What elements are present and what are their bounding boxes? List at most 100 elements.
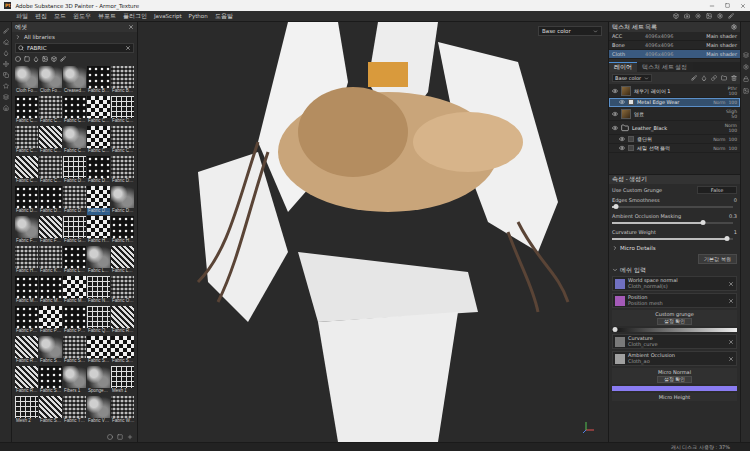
- asset-thumbnail[interactable]: [87, 66, 110, 88]
- channel-label[interactable]: Base color: [542, 28, 571, 34]
- asset-item[interactable]: Fabric C…: [111, 96, 134, 125]
- asset-thumbnail[interactable]: [111, 66, 134, 88]
- asset-item[interactable]: Fabric D…: [39, 186, 62, 215]
- visibility-icon[interactable]: [619, 145, 625, 151]
- asset-item[interactable]: Fabric C…: [15, 126, 38, 155]
- tab[interactable]: 텍스처 세트 설정: [637, 62, 693, 72]
- asset-item[interactable]: Fabric M…: [63, 276, 86, 305]
- asset-item[interactable]: Fabric M…: [39, 276, 62, 305]
- asset-item[interactable]: Fabric C…: [111, 126, 134, 155]
- mask-icon[interactable]: [711, 75, 717, 81]
- slot-button[interactable]: 설정 확인: [657, 376, 692, 383]
- paint-layer-icon[interactable]: [691, 75, 697, 81]
- asset-item[interactable]: Fabric S…: [63, 336, 86, 365]
- menu-item[interactable]: 도움말: [215, 13, 233, 20]
- eraser-icon[interactable]: [3, 39, 9, 45]
- blend-mode[interactable]: Sligh: [726, 109, 737, 114]
- asset-item[interactable]: Fabric H…: [111, 216, 134, 245]
- asset-thumbnail[interactable]: [39, 66, 62, 88]
- gradient-slider[interactable]: [612, 328, 737, 332]
- library-row[interactable]: All libraries: [12, 32, 137, 42]
- layers-icon[interactable]: [743, 52, 749, 58]
- delete-icon[interactable]: [731, 75, 737, 81]
- section-header[interactable]: Micro Details: [612, 244, 737, 252]
- texture-set-row[interactable]: ACC4096x4096Main shader: [609, 32, 740, 41]
- view-icon[interactable]: [107, 434, 113, 440]
- asset-item[interactable]: Fabric D…: [63, 156, 86, 185]
- blend-mode[interactable]: Norm: [713, 146, 725, 151]
- asset-item[interactable]: Fabric R…: [15, 366, 38, 395]
- asset-thumbnail[interactable]: [87, 306, 110, 328]
- asset-thumbnail[interactable]: [63, 126, 86, 148]
- asset-thumbnail[interactable]: [63, 246, 86, 268]
- asset-thumbnail[interactable]: [15, 276, 38, 298]
- asset-thumbnail[interactable]: [39, 366, 62, 388]
- maximize-icon[interactable]: [725, 3, 730, 8]
- asset-item[interactable]: Fabric B…: [111, 66, 134, 95]
- section-label[interactable]: 메쉬 입력: [620, 267, 646, 274]
- asset-item[interactable]: Fabric P…: [39, 306, 62, 335]
- asset-thumbnail[interactable]: [63, 336, 86, 358]
- asset-item[interactable]: Fabric L…: [87, 246, 110, 275]
- home-icon[interactable]: [3, 105, 9, 111]
- asset-item[interactable]: Fabric S…: [39, 366, 62, 395]
- asset-item[interactable]: Fabric T…: [63, 396, 86, 425]
- mesh-input-row[interactable]: World space normalCloth_normal(s): [612, 276, 737, 291]
- asset-thumbnail[interactable]: [87, 366, 110, 388]
- asset-thumbnail[interactable]: [111, 126, 134, 148]
- asset-item[interactable]: Fabric R…: [15, 336, 38, 365]
- asset-thumbnail[interactable]: [111, 96, 134, 118]
- layer-channel-select[interactable]: Base color: [612, 74, 652, 82]
- blend-mode[interactable]: Norm: [725, 123, 737, 128]
- asset-thumbnail[interactable]: [63, 396, 86, 418]
- asset-item[interactable]: Sponge…: [87, 366, 110, 395]
- asset-thumbnail[interactable]: [63, 216, 86, 238]
- library-name[interactable]: All libraries: [24, 34, 55, 40]
- param-value[interactable]: False: [697, 186, 737, 194]
- asset-thumbnail[interactable]: [15, 96, 38, 118]
- tab[interactable]: 레이어: [609, 62, 637, 72]
- asset-thumbnail[interactable]: [87, 246, 110, 268]
- remove-icon[interactable]: [728, 298, 734, 304]
- asset-item[interactable]: Creased…: [63, 66, 86, 95]
- move-icon[interactable]: [3, 61, 9, 67]
- grid-icon[interactable]: [117, 434, 123, 440]
- asset-item[interactable]: Fabric C…: [15, 156, 38, 185]
- asset-thumbnail[interactable]: [39, 126, 62, 148]
- asset-thumbnail[interactable]: [39, 156, 62, 178]
- fill-icon[interactable]: [3, 50, 9, 56]
- layer-blend[interactable]: Norm100: [713, 100, 737, 105]
- asset-thumbnail[interactable]: [15, 246, 38, 268]
- slider-handle[interactable]: [613, 204, 618, 209]
- asset-item[interactable]: Fabric C…: [63, 96, 86, 125]
- asset-thumbnail[interactable]: [15, 366, 38, 388]
- filter-icon[interactable]: [15, 56, 21, 62]
- slider-handle[interactable]: [612, 327, 617, 332]
- menu-item[interactable]: 파일: [16, 13, 28, 20]
- asset-thumbnail[interactable]: [87, 186, 110, 208]
- asset-thumbnail[interactable]: [111, 396, 134, 418]
- asset-item[interactable]: Fabric C…: [39, 126, 62, 155]
- asset-thumbnail[interactable]: [87, 216, 110, 238]
- channel-label[interactable]: Base color: [615, 75, 641, 81]
- layer-row[interactable]: 세밀 선택 플럭Norm100: [609, 144, 740, 153]
- blend-mode[interactable]: Norm: [713, 137, 725, 142]
- axis-gizmo-icon[interactable]: [582, 420, 596, 434]
- favorite-icon[interactable]: [3, 83, 9, 89]
- asset-item[interactable]: Fabric V…: [87, 396, 110, 425]
- asset-item[interactable]: Fabric C…: [39, 96, 62, 125]
- search-field[interactable]: FABRIC: [15, 43, 134, 53]
- asset-item[interactable]: Fabric C…: [15, 96, 38, 125]
- param-value[interactable]: 1: [734, 229, 737, 235]
- asset-thumbnail[interactable]: [15, 336, 38, 358]
- asset-thumbnail[interactable]: [39, 306, 62, 328]
- opacity[interactable]: 100: [728, 91, 737, 96]
- filter-icon[interactable]: [33, 56, 39, 62]
- asset-item[interactable]: Fabric F…: [15, 216, 38, 245]
- slider[interactable]: [612, 220, 737, 226]
- asset-thumbnail[interactable]: [111, 336, 134, 358]
- asset-thumbnail[interactable]: [111, 276, 134, 298]
- section-label[interactable]: Micro Details: [620, 245, 656, 251]
- param-value[interactable]: 0: [734, 197, 737, 203]
- asset-item[interactable]: Cloth Fo…: [15, 66, 38, 95]
